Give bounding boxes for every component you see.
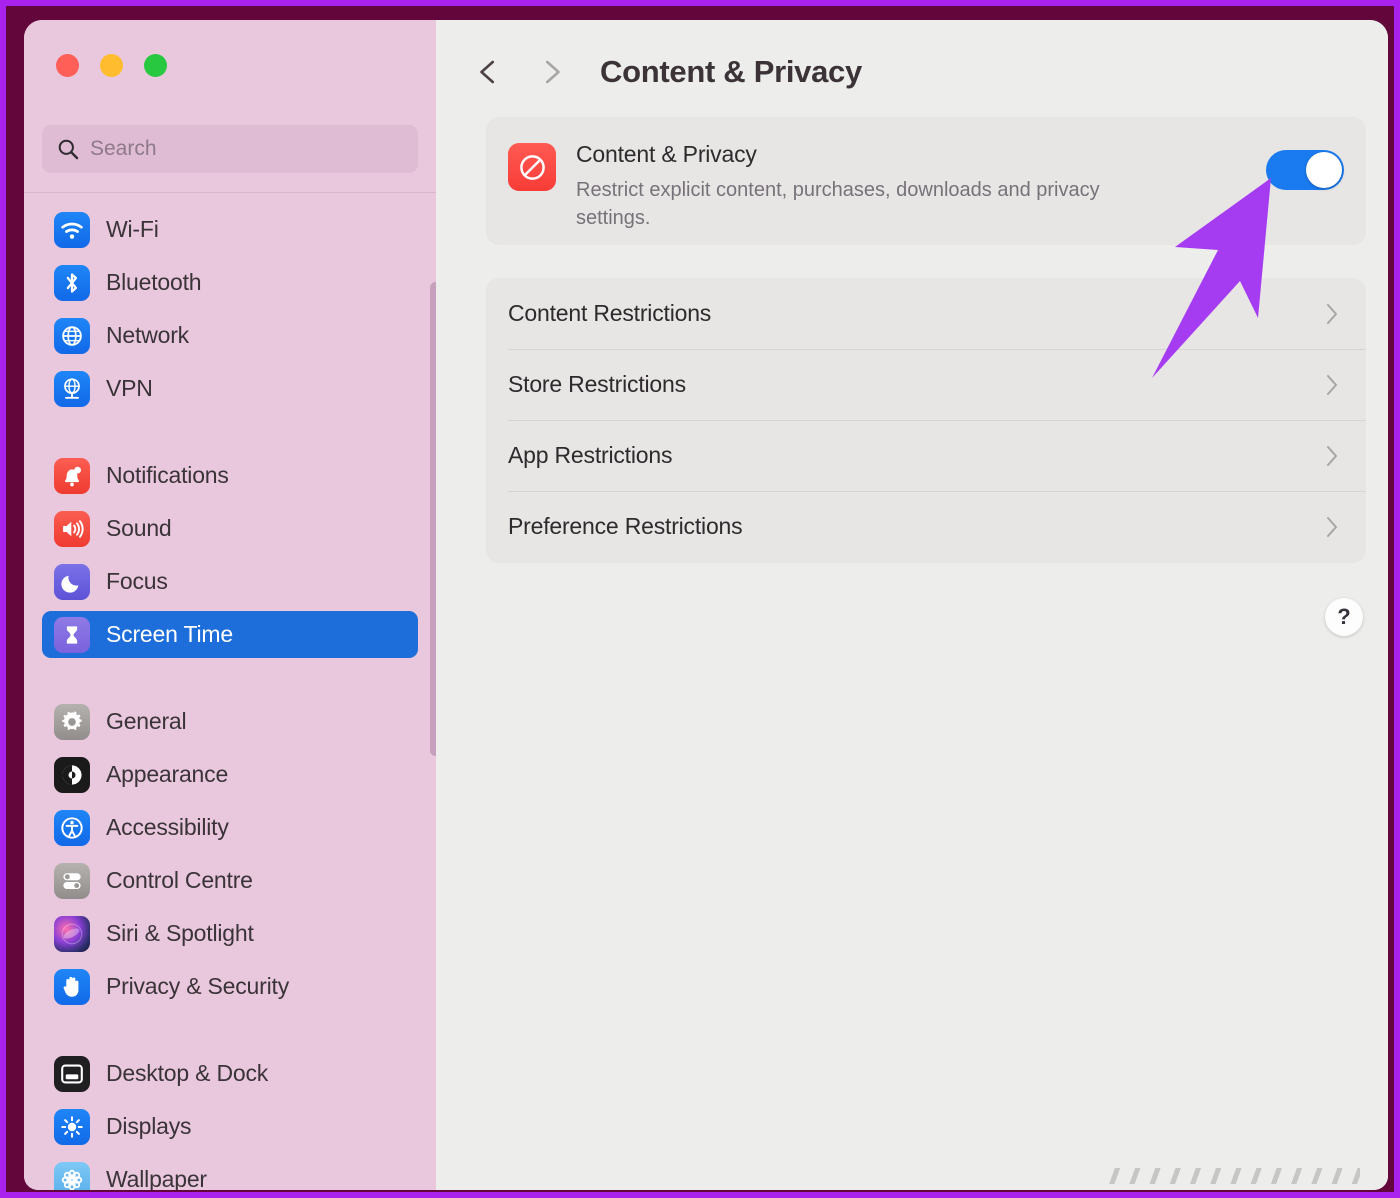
sidebar-item-desktop-dock[interactable]: Desktop & Dock [42, 1050, 418, 1097]
sidebar-item-wi-fi[interactable]: Wi-Fi [42, 206, 418, 253]
sidebar-item-general[interactable]: General [42, 698, 418, 745]
speaker-icon [54, 510, 90, 547]
restriction-row-app-restrictions[interactable]: App Restrictions [486, 420, 1366, 491]
chevron-right-icon [545, 60, 560, 84]
restriction-label: App Restrictions [508, 442, 673, 468]
sidebar-item-label: Wi-Fi [106, 216, 159, 242]
sidebar-item-sound[interactable]: Sound [42, 505, 418, 552]
sidebar-item-label: Control Centre [106, 867, 253, 893]
sidebar-item-label: Screen Time [106, 621, 233, 647]
desktop-icon [54, 1055, 90, 1092]
sidebar-group-1: Notifications Sound Focus Screen Time [24, 452, 436, 658]
restriction-label: Content Restrictions [508, 300, 712, 326]
hourglass-icon [54, 616, 90, 653]
card-title: Content & Privacy [576, 141, 757, 167]
toggle-knob [1306, 152, 1342, 188]
sidebar-item-label: General [106, 708, 187, 734]
close-button[interactable] [56, 54, 79, 77]
main-content: Content & Privacy Content & Privacy Rest… [436, 20, 1388, 1190]
prohibition-sign-icon [508, 143, 556, 191]
sidebar-item-appearance[interactable]: Appearance [42, 751, 418, 798]
sidebar-group-spacer [24, 418, 436, 452]
content-privacy-card: Content & Privacy Restrict explicit cont… [486, 117, 1366, 245]
sidebar-group-3: Desktop & Dock Displays Wallpaper [24, 1050, 436, 1190]
content-privacy-toggle[interactable] [1266, 150, 1344, 190]
sidebar-group-0: Wi-Fi Bluetooth Network VPN [24, 206, 436, 412]
wallpaper-icon [54, 1161, 90, 1190]
network-icon [54, 317, 90, 354]
sidebar-item-label: Privacy & Security [106, 973, 290, 999]
sidebar-item-screen-time[interactable]: Screen Time [42, 611, 418, 658]
sidebar-item-control-centre[interactable]: Control Centre [42, 857, 418, 904]
sidebar-item-vpn[interactable]: VPN [42, 365, 418, 412]
sidebar-item-bluetooth[interactable]: Bluetooth [42, 259, 418, 306]
sidebar-divider [24, 192, 436, 193]
gear-icon [54, 703, 90, 740]
sidebar-item-accessibility[interactable]: Accessibility [42, 804, 418, 851]
sidebar-item-label: Focus [106, 568, 168, 594]
sidebar-item-wallpaper[interactable]: Wallpaper [42, 1156, 418, 1190]
search-input[interactable] [90, 137, 404, 161]
window-controls [56, 54, 167, 77]
restriction-label: Store Restrictions [508, 371, 686, 397]
outer-purple-border: Wi-Fi Bluetooth Network VPN Notifications Sou… [0, 0, 1400, 1198]
restrictions-list: Content Restrictions Store Restrictions Ap… [486, 278, 1366, 563]
sidebar-item-siri-spotlight[interactable]: Siri & Spotlight [42, 910, 418, 957]
bluetooth-icon [54, 264, 90, 301]
sidebar-item-label: Sound [106, 515, 172, 541]
siri-icon [54, 915, 90, 952]
sidebar-item-label: Siri & Spotlight [106, 920, 254, 946]
sidebar-item-label: Appearance [106, 761, 229, 787]
page-title: Content & Privacy [600, 54, 862, 89]
help-button[interactable]: ? [1325, 598, 1363, 636]
sidebar-item-focus[interactable]: Focus [42, 558, 418, 605]
card-subtitle: Restrict explicit content, purchases, do… [576, 179, 1100, 229]
bell-icon [54, 457, 90, 494]
sidebar-group-2: General Appearance Accessibility Control Ce… [24, 698, 436, 1010]
chevron-right-icon [1324, 443, 1340, 469]
sidebar-item-label: Desktop & Dock [106, 1060, 269, 1086]
vpn-icon [54, 370, 90, 407]
chevron-right-icon [1324, 301, 1340, 327]
sidebar-item-label: Wallpaper [106, 1166, 207, 1190]
forward-button[interactable] [530, 51, 572, 93]
sidebar: Wi-Fi Bluetooth Network VPN Notifications Sou… [24, 20, 441, 1190]
toolbar: Content & Privacy [436, 20, 1388, 124]
sidebar-item-label: Displays [106, 1113, 192, 1139]
inner-maroon-border: Wi-Fi Bluetooth Network VPN Notifications Sou… [6, 6, 1394, 1192]
search-field[interactable] [42, 125, 418, 173]
sidebar-item-label: Bluetooth [106, 269, 202, 295]
chevron-right-icon [1324, 514, 1340, 540]
sidebar-group-spacer [24, 1016, 436, 1050]
sidebar-item-displays[interactable]: Displays [42, 1103, 418, 1150]
chevron-right-icon [1324, 372, 1340, 398]
minimize-button[interactable] [100, 54, 123, 77]
sidebar-item-privacy-security[interactable]: Privacy & Security [42, 963, 418, 1010]
back-button[interactable] [468, 51, 510, 93]
chevron-left-icon [480, 60, 495, 84]
toggles-icon [54, 862, 90, 899]
hand-icon [54, 968, 90, 1005]
sidebar-item-notifications[interactable]: Notifications [42, 452, 418, 499]
moon-icon [54, 563, 90, 600]
search-icon [56, 137, 80, 161]
accessibility-icon [54, 809, 90, 846]
maximize-button[interactable] [144, 54, 167, 77]
restriction-label: Preference Restrictions [508, 513, 743, 539]
system-settings-window: Wi-Fi Bluetooth Network VPN Notifications Sou… [24, 20, 1388, 1190]
restriction-row-content-restrictions[interactable]: Content Restrictions [486, 278, 1366, 349]
sidebar-item-label: Notifications [106, 462, 229, 488]
appearance-icon [54, 756, 90, 793]
brightness-icon [54, 1108, 90, 1145]
sidebar-item-label: Accessibility [106, 814, 229, 840]
sidebar-item-label: Network [106, 322, 189, 348]
wifi-icon [54, 211, 90, 248]
restriction-row-preference-restrictions[interactable]: Preference Restrictions [486, 491, 1366, 562]
sidebar-item-network[interactable]: Network [42, 312, 418, 359]
sidebar-group-spacer [24, 664, 436, 698]
sidebar-item-label: VPN [106, 375, 153, 401]
sidebar-nav: Wi-Fi Bluetooth Network VPN Notifications Sou… [24, 206, 436, 1190]
watermark [1100, 1168, 1360, 1184]
restriction-row-store-restrictions[interactable]: Store Restrictions [486, 349, 1366, 420]
